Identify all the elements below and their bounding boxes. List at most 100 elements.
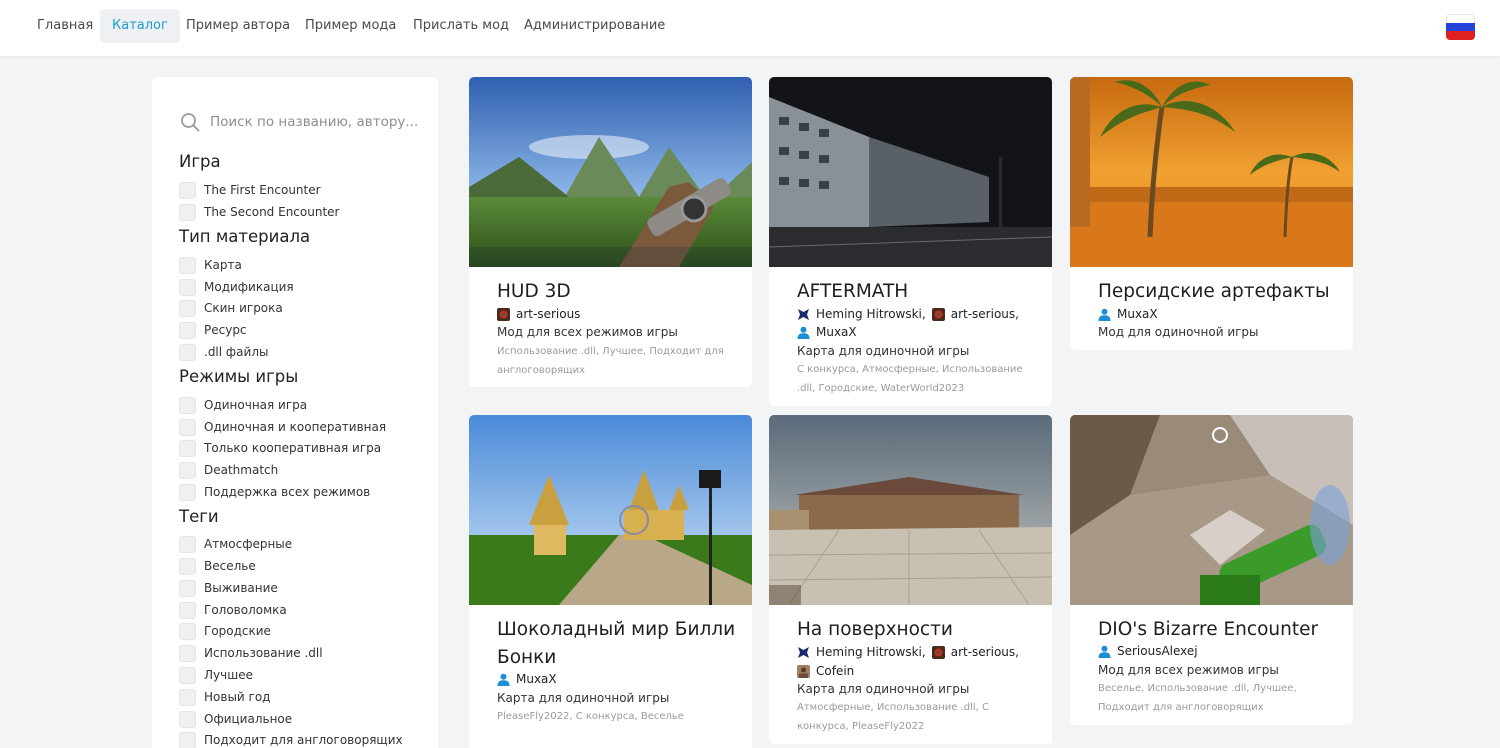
user-icon bbox=[797, 326, 810, 339]
nav-home[interactable]: Главная bbox=[25, 9, 105, 43]
card-title[interactable]: Персидские артефакты bbox=[1098, 278, 1338, 306]
checkbox[interactable] bbox=[179, 688, 196, 706]
card-title[interactable]: На поверхности bbox=[797, 616, 1037, 644]
author-link[interactable]: Heming Hitrowski bbox=[816, 307, 922, 321]
filter-label: Поддержка всех режимов bbox=[204, 485, 371, 499]
author-link[interactable]: art-serious bbox=[516, 307, 580, 321]
checkbox[interactable] bbox=[179, 396, 196, 414]
filter-option[interactable]: Лучшее bbox=[179, 666, 253, 684]
checkbox[interactable] bbox=[179, 343, 196, 361]
checkbox[interactable] bbox=[179, 321, 196, 339]
checkbox[interactable] bbox=[179, 418, 196, 436]
checkbox[interactable] bbox=[179, 601, 196, 619]
filter-option[interactable]: Подходит для англоговорящих bbox=[179, 731, 403, 748]
filter-option[interactable]: .dll файлы bbox=[179, 343, 268, 361]
emblem-avatar-icon bbox=[797, 307, 810, 321]
filter-option[interactable]: Городские bbox=[179, 622, 271, 640]
author-link[interactable]: MuxaX bbox=[1117, 307, 1158, 321]
filter-label: Deathmatch bbox=[204, 463, 279, 477]
filter-option[interactable]: Веселье bbox=[179, 557, 256, 575]
filter-label: Одиночная и кооперативная bbox=[204, 420, 387, 434]
filter-label: Городские bbox=[204, 624, 271, 638]
checkbox[interactable] bbox=[179, 644, 196, 662]
russian-flag-icon[interactable] bbox=[1446, 14, 1475, 40]
filter-option[interactable]: Deathmatch bbox=[179, 461, 278, 479]
author-link[interactable]: art-serious bbox=[951, 307, 1015, 321]
filter-label: .dll файлы bbox=[204, 345, 269, 359]
checkbox[interactable] bbox=[179, 535, 196, 553]
card-tags: Использование .dll, Лучшее, Подходит для… bbox=[497, 346, 724, 376]
filter-option[interactable]: Только кооперативная игра bbox=[179, 439, 381, 457]
author-link[interactable]: art-serious bbox=[951, 645, 1015, 659]
filter-option[interactable]: Официальное bbox=[179, 710, 292, 728]
filter-option[interactable]: Выживание bbox=[179, 579, 278, 597]
mod-card[interactable]: Персидские артефакты MuxaX Мод для одино… bbox=[1070, 77, 1353, 350]
filter-option[interactable]: Ресурс bbox=[179, 321, 247, 339]
nav-catalog[interactable]: Каталог bbox=[100, 9, 180, 43]
card-title[interactable]: Шоколадный мир Билли Бонки bbox=[497, 616, 737, 672]
checkbox[interactable] bbox=[179, 299, 196, 317]
emblem-avatar-icon bbox=[797, 645, 810, 659]
checkbox[interactable] bbox=[179, 579, 196, 597]
filter-option[interactable]: Поддержка всех режимов bbox=[179, 483, 370, 501]
nav-administration[interactable]: Администрирование bbox=[512, 9, 677, 43]
mod-card[interactable]: AFTERMATH Heming Hitrowski, art-serious,… bbox=[769, 77, 1052, 406]
search-box bbox=[180, 110, 420, 134]
persian-artifacts-screenshot[interactable] bbox=[1070, 77, 1353, 267]
checkbox[interactable] bbox=[179, 461, 196, 479]
author-link[interactable]: Heming Hitrowski bbox=[816, 645, 922, 659]
nav-submit-mod[interactable]: Прислать мод bbox=[401, 9, 521, 43]
filter-option[interactable]: Головоломка bbox=[179, 601, 287, 619]
filter-label: Одиночная игра bbox=[204, 398, 308, 412]
author-link[interactable]: MuxaX bbox=[816, 325, 857, 339]
filter-option[interactable]: The Second Encounter bbox=[179, 203, 339, 221]
checkbox[interactable] bbox=[179, 622, 196, 640]
filter-option[interactable]: Использование .dll bbox=[179, 644, 323, 662]
checkbox[interactable] bbox=[179, 483, 196, 501]
mod-card[interactable]: DIO's Bizarre Encounter SeriousAlexej Мо… bbox=[1070, 415, 1353, 725]
checkbox[interactable] bbox=[179, 666, 196, 684]
card-title[interactable]: DIO's Bizarre Encounter bbox=[1098, 616, 1338, 644]
checkbox[interactable] bbox=[179, 731, 196, 748]
nav-author-example[interactable]: Пример автора bbox=[174, 9, 302, 43]
aftermath-screenshot[interactable] bbox=[769, 77, 1052, 267]
filter-option[interactable]: Одиночная и кооперативная bbox=[179, 418, 386, 436]
hud-3d-screenshot[interactable] bbox=[469, 77, 752, 267]
checkbox[interactable] bbox=[179, 256, 196, 274]
nav-mod-example[interactable]: Пример мода bbox=[293, 9, 408, 43]
card-title[interactable]: HUD 3D bbox=[497, 278, 737, 306]
filter-option[interactable]: Атмосферные bbox=[179, 535, 292, 553]
checkbox[interactable] bbox=[179, 710, 196, 728]
filter-label: Новый год bbox=[204, 690, 271, 704]
filter-option[interactable]: The First Encounter bbox=[179, 181, 321, 199]
filter-option[interactable]: Скин игрока bbox=[179, 299, 283, 317]
chocolate-world-screenshot[interactable] bbox=[469, 415, 752, 605]
card-authors: MuxaX bbox=[1098, 307, 1158, 321]
filter-label: Головоломка bbox=[204, 603, 287, 617]
card-type: Карта для одиночной игры bbox=[797, 682, 970, 696]
filter-option[interactable]: Карта bbox=[179, 256, 242, 274]
mod-card[interactable]: Шоколадный мир Билли Бонки MuxaX Карта д… bbox=[469, 415, 752, 748]
card-authors-second-line: MuxaX bbox=[797, 325, 857, 339]
checkbox[interactable] bbox=[179, 278, 196, 296]
checkbox[interactable] bbox=[179, 439, 196, 457]
checkbox[interactable] bbox=[179, 557, 196, 575]
filter-option[interactable]: Новый год bbox=[179, 688, 270, 706]
dio-bizarre-screenshot[interactable] bbox=[1070, 415, 1353, 605]
card-title[interactable]: AFTERMATH bbox=[797, 278, 1037, 306]
author-link[interactable]: MuxaX bbox=[516, 672, 557, 686]
on-surface-screenshot[interactable] bbox=[769, 415, 1052, 605]
mod-card[interactable]: HUD 3D art-serious Мод для всех режимов … bbox=[469, 77, 752, 387]
search-input[interactable] bbox=[210, 110, 420, 134]
filter-label: Только кооперативная игра bbox=[204, 441, 382, 455]
filter-option[interactable]: Модификация bbox=[179, 278, 294, 296]
filter-option[interactable]: Одиночная игра bbox=[179, 396, 307, 414]
checkbox[interactable] bbox=[179, 203, 196, 221]
card-authors: Heming Hitrowski, art-serious, bbox=[797, 645, 1019, 659]
filter-label: Официальное bbox=[204, 712, 293, 726]
filter-label: Использование .dll bbox=[204, 646, 323, 660]
mod-card[interactable]: На поверхности Heming Hitrowski, art-ser… bbox=[769, 415, 1052, 744]
author-link[interactable]: SeriousAlexej bbox=[1117, 644, 1198, 658]
author-link[interactable]: Cofein bbox=[816, 664, 854, 678]
checkbox[interactable] bbox=[179, 181, 196, 199]
